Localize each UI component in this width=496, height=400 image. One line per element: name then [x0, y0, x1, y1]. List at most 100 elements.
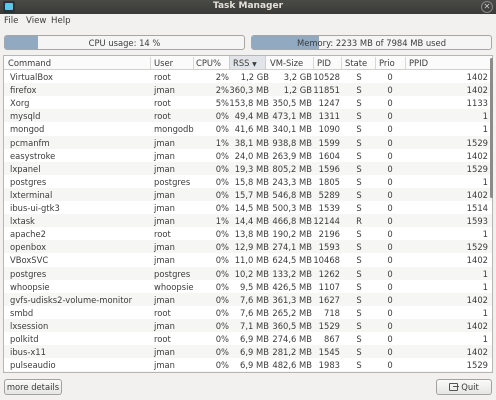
table-row[interactable]: openbox jman 0% 12,9 MB 274,1 MB 1593 S 0 1529	[4, 240, 492, 254]
table-row[interactable]: lxtask jman 1% 14,4 MB 466,8 MB 12144 R 0 1593	[4, 214, 492, 228]
cell-user: jman	[154, 203, 175, 213]
cell-vm-size: 274,1 MB	[272, 242, 312, 253]
cell-user: root	[154, 111, 171, 122]
cell-pid: 1599	[318, 137, 340, 148]
cell-rss: 13,8 MB	[234, 229, 269, 240]
table-row[interactable]: easystroke jman 0% 24,0 MB 263,9 MB 1604 S 0 140…	[4, 149, 492, 162]
menu-file[interactable]: File	[4, 16, 18, 26]
table-row[interactable]: VBoxSVC jman 0% 11,0 MB 624,5 MB 10468 S 0 1402	[4, 253, 492, 266]
cell-state: S	[356, 85, 362, 96]
table-row[interactable]: whoopsie whoopsie 0% 9,5 MB 426,5 MB 1107 S 0 1	[4, 280, 492, 293]
cell-state: S	[356, 189, 362, 200]
cell-ppid: 1402	[466, 189, 488, 200]
table-row[interactable]: lxpanel jman 0% 19,3 MB 805,2 MB 1596 S 0 1529	[4, 161, 492, 175]
cell-state: S	[356, 111, 362, 122]
cell-user: jman	[154, 255, 175, 266]
cell-prio: 0	[387, 176, 393, 187]
cell-prio: 0	[387, 98, 393, 109]
column-header-vm-size[interactable]: VM-Size	[270, 58, 303, 68]
table-row[interactable]: postgres postgres 0% 10,2 MB 133,2 MB 1262 S 0 1	[4, 266, 492, 280]
cell-user: root	[154, 98, 171, 109]
quit-icon	[449, 383, 460, 391]
table-row[interactable]: polkitd root 0% 6,9 MB 274,6 MB 867 S 0 1	[4, 332, 492, 345]
table-row[interactable]: smbd root 0% 7,6 MB 265,2 MB 718 S 0 1	[4, 306, 492, 319]
table-row[interactable]: polkit-gnome-authentication-agent-1jman0…	[4, 371, 492, 372]
column-header-cpu[interactable]: CPU%	[196, 58, 221, 68]
table-row[interactable]: lxterminal jman 0% 15,7 MB 546,8 MB 5289 S 0 140…	[4, 187, 492, 201]
cell-command: smbd	[10, 307, 34, 318]
cell-pid: 867	[324, 334, 340, 344]
cell-prio: 0	[387, 124, 393, 135]
cell-ppid: 1402	[466, 85, 488, 96]
cell-state: S	[356, 124, 362, 135]
cell-ppid: 1402	[466, 294, 488, 305]
cell-user: jman	[154, 242, 175, 253]
cell-cpu: 0%	[215, 242, 229, 253]
cell-prio: 0	[387, 320, 393, 331]
more-details-button[interactable]: more details	[4, 379, 62, 395]
table-row[interactable]: mongod mongodb 0% 41,6 MB 340,1 MB 1090 S 0 1	[4, 122, 492, 135]
scrollbar-thumb[interactable]	[490, 58, 493, 198]
menu-help[interactable]: Help	[51, 16, 71, 26]
cell-rss: 15,8 MB	[234, 176, 269, 187]
cell-user: jman	[154, 294, 175, 305]
cell-rss: 7,6 MB	[240, 294, 269, 305]
cell-command: firefox	[10, 85, 37, 96]
cell-state: S	[356, 137, 362, 148]
table-row[interactable]: VirtualBox root 2% 1,2 GB 3,2 GB 10528 S 0 1402	[4, 70, 492, 83]
column-header-command[interactable]: Command	[8, 58, 51, 68]
cell-ppid: 1402	[466, 255, 488, 266]
cell-prio: 0	[387, 203, 393, 213]
cell-user: jman	[154, 137, 175, 148]
cell-cpu: 0%	[215, 334, 229, 344]
cell-rss: 7,6 MB	[240, 307, 269, 318]
cell-state: S	[356, 176, 362, 187]
cell-user: root	[154, 334, 171, 344]
cell-state: S	[356, 268, 362, 279]
table-row[interactable]: pulseaudio jman 0% 6,9 MB 482,6 MB 1983 S 0 1529	[4, 358, 492, 371]
scrollbar[interactable]	[485, 55, 493, 373]
cell-prio: 0	[387, 216, 393, 227]
table-row[interactable]: mysqld root 0% 49,4 MB 473,1 MB 1311 S 0 1	[4, 109, 492, 123]
table-row[interactable]: gvfs-udisks2-volume-monitor jman 0% 7,6 MB 3…	[4, 292, 492, 306]
cell-prio: 0	[387, 85, 393, 96]
menu-view[interactable]: View	[26, 16, 46, 26]
close-icon[interactable]: ✕	[481, 1, 493, 13]
table-row[interactable]: lxsession jman 0% 7,1 MB 360,5 MB 1529 S 0 1402	[4, 318, 492, 332]
cell-pid: 12144	[313, 216, 340, 227]
memory-usage-label: Memory: 2233 MB of 7984 MB used	[296, 38, 447, 48]
cell-prio: 0	[387, 137, 393, 148]
column-header-user[interactable]: User	[154, 58, 173, 68]
table-row[interactable]: apache2 root 0% 13,8 MB 190,2 MB 2196 S 0 1	[4, 227, 492, 240]
table-row[interactable]: ibus-ui-gtk3 jman 0% 14,5 MB 500,3 MB 1539 S 0 1…	[4, 201, 492, 214]
cell-rss: 41,6 MB	[234, 124, 269, 135]
cell-pid: 1529	[318, 320, 340, 331]
cell-pid: 5289	[318, 189, 340, 200]
cell-command: openbox	[10, 242, 47, 253]
quit-button[interactable]: Quit	[436, 379, 492, 395]
table-row[interactable]: firefox jman 2% 360,3 MB 1,2 GB 11851 S 0 1402	[4, 83, 492, 97]
column-header-pid[interactable]: PID	[317, 58, 331, 68]
column-header-rss[interactable]: RSS ▼	[229, 56, 266, 69]
cell-vm-size: 482,6 MB	[272, 360, 312, 371]
cell-rss: 49,4 MB	[234, 111, 269, 122]
cell-rss: 9,5 MB	[240, 281, 269, 292]
table-row[interactable]: postgres postgres 0% 15,8 MB 243,3 MB 1805 S 0 1	[4, 175, 492, 188]
column-header-state[interactable]: State	[345, 58, 367, 68]
cell-command: Xorg	[10, 98, 30, 109]
cell-rss: 6,9 MB	[240, 334, 269, 344]
cell-state: S	[356, 334, 362, 344]
table-row[interactable]: pcmanfm jman 1% 38,1 MB 938,8 MB 1599 S 0 1529	[4, 135, 492, 149]
cell-vm-size: 350,5 MB	[272, 98, 312, 109]
column-header-ppid[interactable]: PPID	[409, 58, 428, 68]
table-row[interactable]: ibus-x11 jman 0% 6,9 MB 281,2 MB 1545 S 0 1402	[4, 345, 492, 359]
cell-user: jman	[154, 189, 175, 200]
cell-vm-size: 190,2 MB	[272, 229, 312, 240]
cell-user: jman	[154, 85, 175, 96]
cell-pid: 718	[324, 307, 340, 318]
table-row[interactable]: Xorg root 5% 153,8 MB 350,5 MB 1247 S 0 1133	[4, 96, 492, 109]
column-header-prio[interactable]: Prio	[379, 58, 395, 68]
cell-prio: 0	[387, 268, 393, 279]
window-title: Task Manager	[212, 1, 284, 11]
cell-pid: 10528	[313, 72, 340, 82]
